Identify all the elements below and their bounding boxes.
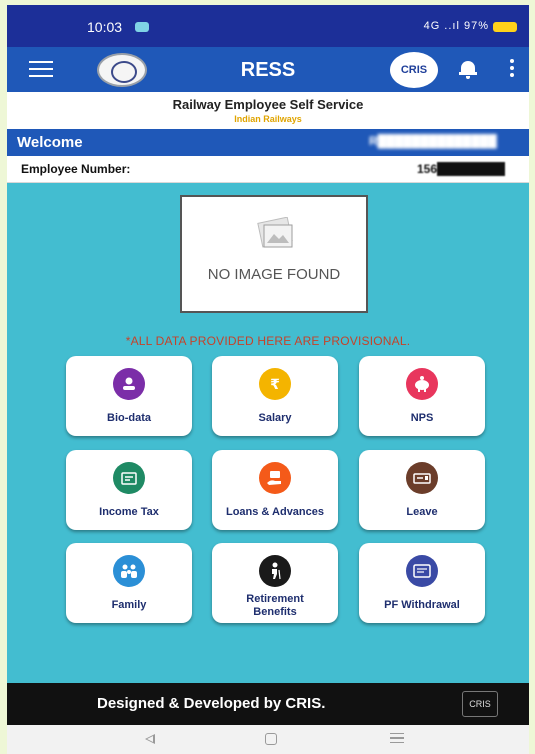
status-bar: 10:03 4G ..ıl 97%	[7, 5, 529, 47]
elderly-icon	[259, 555, 291, 587]
tile-label: Leave	[406, 506, 438, 518]
tile-label: Retirement Benefits	[246, 593, 304, 618]
tile-label: Income Tax	[99, 506, 159, 518]
battery-icon	[493, 22, 517, 32]
image-placeholder-icon	[257, 217, 293, 248]
tile-salary[interactable]: ₹ Salary	[212, 356, 338, 436]
employee-number-row: Employee Number: 156████████	[7, 156, 529, 183]
recents-icon[interactable]	[390, 733, 404, 743]
footer-cris-logo: CRIS	[462, 691, 498, 717]
tile-retirement-benefits[interactable]: Retirement Benefits	[212, 543, 338, 623]
status-time: 10:03	[87, 19, 123, 35]
app-title: RESS	[240, 59, 296, 81]
app-bar: RESS CRIS	[7, 47, 529, 92]
tile-label: Bio-data	[107, 412, 151, 424]
tile-label: NPS	[410, 412, 434, 424]
tile-label: Salary	[258, 412, 292, 424]
tile-label: PF Withdrawal	[384, 599, 460, 611]
money-hand-icon	[259, 462, 291, 494]
tax-icon	[113, 462, 145, 494]
rupee-icon: ₹	[259, 368, 291, 400]
signal-battery-text: 4G ..ıl 97%	[423, 20, 489, 32]
provisional-notice: *ALL DATA PROVIDED HERE ARE PROVISIONAL.	[125, 334, 411, 348]
family-icon	[113, 555, 145, 587]
tile-label: Loans & Advances	[225, 506, 324, 518]
phone-screen: 10:03 4G ..ıl 97% RESS CRIS Railway Empl…	[7, 5, 529, 754]
tile-pf-withdrawal[interactable]: PF Withdrawal	[359, 543, 485, 623]
tile-leave[interactable]: Leave	[359, 450, 485, 530]
subheader-title: Railway Employee Self Service	[172, 97, 364, 112]
no-image-text: NO IMAGE FOUND	[207, 266, 341, 283]
footer: Designed & Developed by CRIS. CRIS	[7, 683, 529, 725]
tile-label: Family	[111, 599, 147, 611]
back-icon[interactable]	[145, 734, 155, 744]
welcome-bar: Welcome R██████████████	[7, 129, 529, 156]
more-vert-icon[interactable]	[510, 59, 514, 79]
system-nav-bar	[7, 725, 529, 754]
profile-photo[interactable]: NO IMAGE FOUND	[180, 195, 368, 313]
subheader: Railway Employee Self Service Indian Rai…	[7, 92, 529, 129]
footer-text: Designed & Developed by CRIS.	[97, 695, 326, 712]
tile-income-tax[interactable]: Income Tax	[66, 450, 192, 530]
welcome-label: Welcome	[17, 134, 83, 151]
employee-name: R██████████████	[369, 134, 497, 148]
tile-loans-advances[interactable]: Loans & Advances	[212, 450, 338, 530]
card-icon	[406, 555, 438, 587]
piggy-bank-icon	[406, 368, 438, 400]
subheader-subtitle: Indian Railways	[234, 114, 302, 124]
notification-icon	[135, 22, 149, 32]
dashboard-content: NO IMAGE FOUND *ALL DATA PROVIDED HERE A…	[7, 183, 529, 683]
cris-logo: CRIS	[390, 52, 438, 88]
calendar-icon	[406, 462, 438, 494]
svg-text:₹: ₹	[270, 377, 280, 393]
bell-icon[interactable]	[459, 59, 477, 79]
tile-nps[interactable]: NPS	[359, 356, 485, 436]
home-icon[interactable]	[265, 733, 277, 745]
employee-number-label: Employee Number:	[21, 162, 131, 176]
tile-family[interactable]: Family	[66, 543, 192, 623]
tile-bio-data[interactable]: Bio-data	[66, 356, 192, 436]
employee-number-value: 156████████	[417, 162, 506, 176]
person-icon	[113, 368, 145, 400]
